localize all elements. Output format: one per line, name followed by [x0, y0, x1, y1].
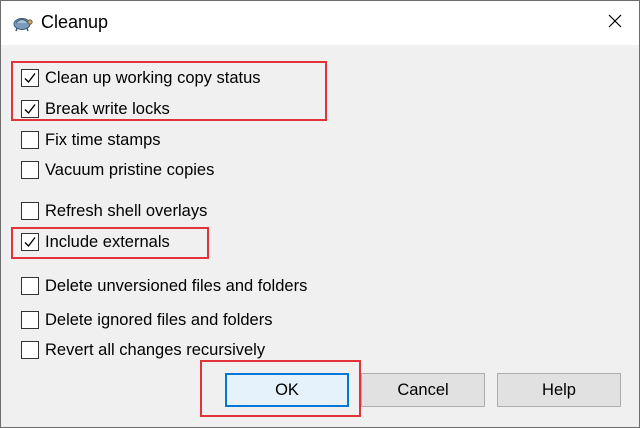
- checkbox-label: Clean up working copy status: [45, 68, 261, 87]
- checkbox[interactable]: [21, 311, 39, 329]
- checkbox-label: Delete unversioned files and folders: [45, 276, 308, 295]
- checkbox[interactable]: [21, 131, 39, 149]
- option-refresh-shell-overlays[interactable]: Refresh shell overlays: [21, 200, 207, 222]
- help-button[interactable]: Help: [497, 373, 621, 407]
- checkbox[interactable]: [21, 277, 39, 295]
- checkbox-label: Vacuum pristine copies: [45, 160, 215, 179]
- checkbox-label: Include externals: [45, 232, 170, 251]
- dialog-title: Cleanup: [41, 12, 109, 32]
- checkbox[interactable]: [21, 202, 39, 220]
- checkbox[interactable]: [21, 233, 39, 251]
- title-bar[interactable]: Cleanup: [1, 1, 639, 45]
- checkbox[interactable]: [21, 341, 39, 359]
- checkmark-icon: [24, 73, 36, 84]
- checkbox[interactable]: [21, 161, 39, 179]
- checkbox-label: Refresh shell overlays: [45, 201, 208, 220]
- checkmark-icon: [24, 104, 36, 115]
- option-break-write-locks[interactable]: Break write locks: [21, 98, 170, 120]
- checkmark-icon: [24, 237, 36, 248]
- ok-button[interactable]: OK: [225, 373, 349, 407]
- checkbox-label: Break write locks: [45, 99, 170, 118]
- checkbox[interactable]: [21, 100, 39, 118]
- tortoise-icon: [11, 11, 33, 33]
- option-clean-up-working-copy-status[interactable]: Clean up working copy status: [21, 67, 261, 89]
- cleanup-dialog: Cleanup Clean up working copy status Bre…: [0, 0, 640, 428]
- option-include-externals[interactable]: Include externals: [21, 231, 170, 253]
- close-button[interactable]: [591, 1, 639, 45]
- option-fix-time-stamps[interactable]: Fix time stamps: [21, 129, 161, 151]
- checkbox-label: Fix time stamps: [45, 130, 161, 149]
- cancel-button[interactable]: Cancel: [361, 373, 485, 407]
- option-revert-all-changes[interactable]: Revert all changes recursively: [21, 339, 265, 361]
- close-icon: [608, 14, 622, 33]
- checkbox-label: Delete ignored files and folders: [45, 310, 273, 329]
- checkbox[interactable]: [21, 69, 39, 87]
- checkbox-label: Revert all changes recursively: [45, 340, 266, 359]
- dialog-body: Clean up working copy status Break write…: [1, 45, 639, 427]
- option-delete-ignored[interactable]: Delete ignored files and folders: [21, 309, 272, 331]
- option-delete-unversioned[interactable]: Delete unversioned files and folders: [21, 275, 307, 297]
- option-vacuum-pristine-copies[interactable]: Vacuum pristine copies: [21, 159, 214, 181]
